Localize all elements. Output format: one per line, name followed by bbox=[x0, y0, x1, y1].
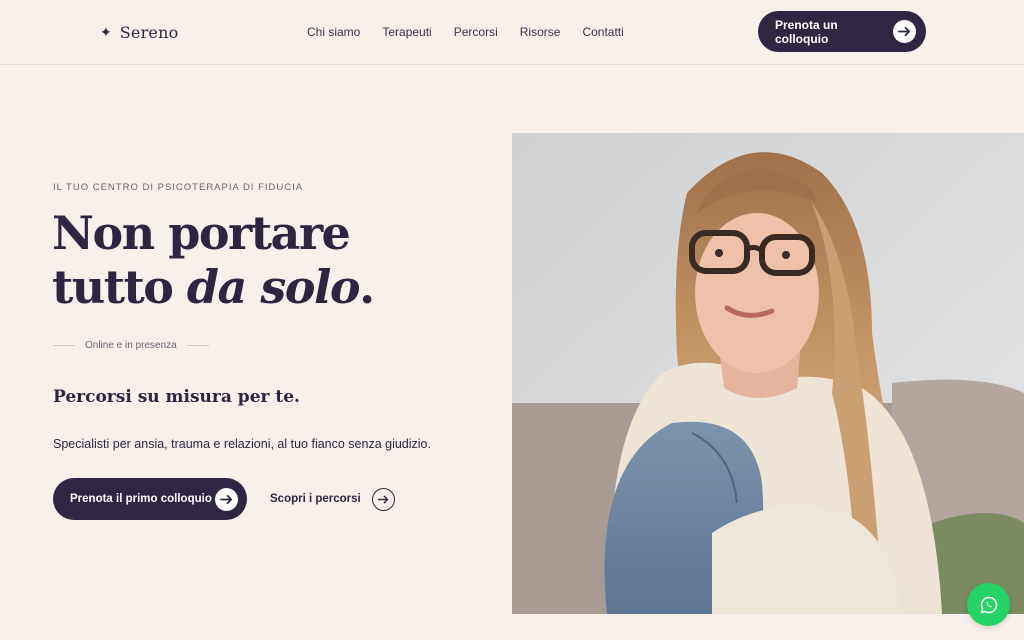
hero-photo bbox=[512, 133, 1024, 614]
nav-item-contatti[interactable]: Contatti bbox=[582, 23, 623, 41]
nav-item-percorsi[interactable]: Percorsi bbox=[454, 23, 498, 41]
hero-headline: Non portare tutto da solo. bbox=[52, 206, 492, 314]
site-header: ✦ Sereno Chi siamo Terapeuti Percorsi Ri… bbox=[0, 0, 1024, 65]
hero-subheading: Percorsi su misura per te. bbox=[53, 387, 300, 407]
logo[interactable]: ✦ Sereno bbox=[100, 21, 178, 43]
headline-line-2-italic: da solo bbox=[186, 260, 361, 314]
whatsapp-chat-button[interactable] bbox=[967, 583, 1010, 626]
discover-paths-label: Scopri i percorsi bbox=[270, 493, 361, 505]
book-consultation-label: Prenota un colloquio bbox=[775, 17, 838, 46]
sparkle-icon: ✦ bbox=[100, 24, 112, 40]
hero-eyebrow: IL TUO CENTRO DI PSICOTERAPIA DI FIDUCIA bbox=[53, 182, 304, 193]
headline-line-2-start: tutto bbox=[52, 260, 187, 314]
arrow-right-icon bbox=[215, 487, 238, 511]
whatsapp-icon bbox=[980, 596, 997, 613]
nav-item-terapeuti[interactable]: Terapeuti bbox=[382, 23, 431, 41]
headline-line-1: Non portare bbox=[52, 206, 351, 260]
portrait-illustration bbox=[512, 133, 1024, 614]
divider-line-right bbox=[186, 345, 209, 346]
headline-line-2-end: . bbox=[359, 260, 375, 314]
arrow-right-icon bbox=[371, 487, 395, 511]
brand-name: Sereno bbox=[119, 22, 179, 42]
book-consultation-button[interactable]: Prenota un colloquio bbox=[758, 11, 926, 52]
hero-tagline: Online e in presenza bbox=[85, 340, 177, 351]
arrow-right-icon bbox=[893, 20, 916, 43]
discover-paths-link[interactable]: Scopri i percorsi bbox=[270, 487, 395, 511]
book-first-consultation-label: Prenota il primo colloquio bbox=[70, 493, 212, 505]
divider-line-left bbox=[53, 345, 75, 346]
main-nav: Chi siamo Terapeuti Percorsi Risorse Con… bbox=[307, 23, 624, 41]
book-first-consultation-button[interactable]: Prenota il primo colloquio bbox=[53, 478, 247, 520]
hero-description: Specialisti per ansia, trauma e relazion… bbox=[53, 437, 431, 451]
hero-tagline-row: Online e in presenza bbox=[53, 340, 209, 351]
nav-item-risorse[interactable]: Risorse bbox=[520, 23, 561, 41]
nav-item-chi-siamo[interactable]: Chi siamo bbox=[307, 23, 360, 41]
